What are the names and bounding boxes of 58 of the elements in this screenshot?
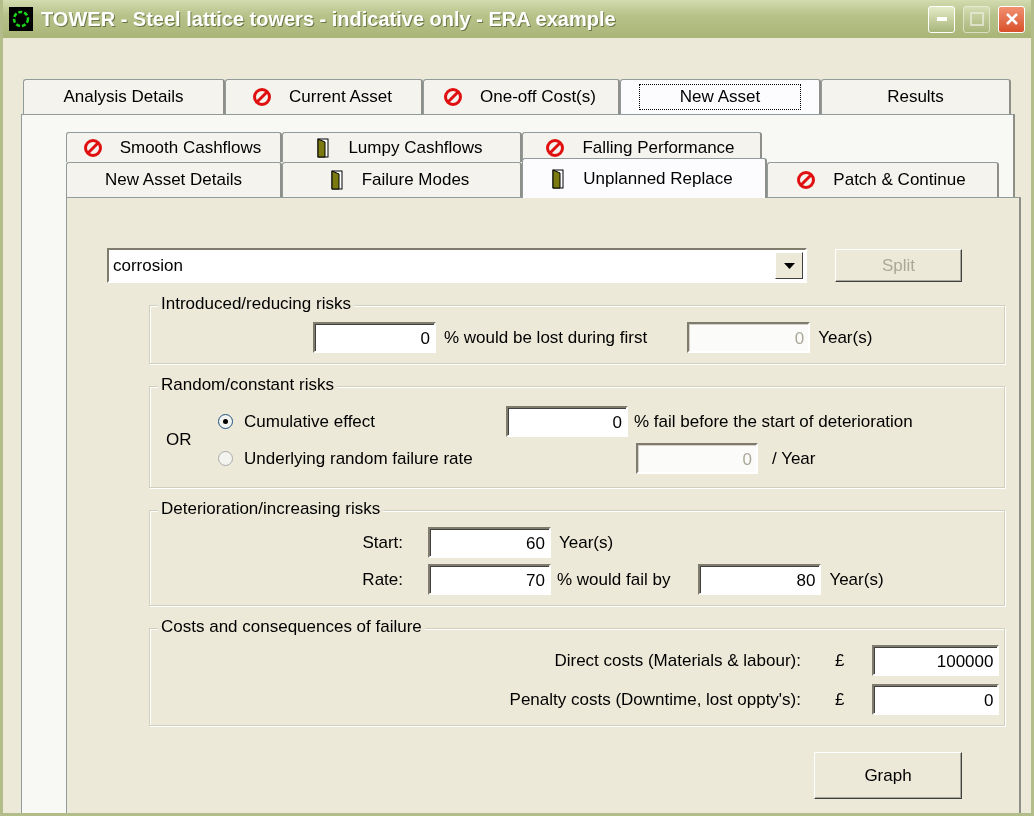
maximize-button[interactable]: [963, 5, 990, 33]
unit-label: Year(s): [818, 327, 873, 348]
field-label: Penalty costs (Downtime, lost oppty's):: [508, 689, 801, 710]
close-icon: [1004, 12, 1019, 26]
group-title: Costs and consequences of failure: [158, 617, 425, 637]
prohibited-icon: [443, 87, 464, 107]
tab[interactable]: Lumpy Cashflows: [282, 132, 522, 162]
unit-label: Year(s): [559, 532, 614, 553]
unit-label: / Year: [772, 448, 816, 469]
tab[interactable]: New Asset: [620, 79, 821, 114]
door-icon: [317, 137, 332, 158]
prohibited-icon: [796, 170, 817, 190]
app-icon: [9, 7, 33, 31]
field-label: Rate:: [361, 569, 403, 590]
tab[interactable]: Failure Modes: [282, 162, 522, 197]
currency-label: £: [835, 689, 845, 710]
window-title: TOWER - Steel lattice towers - indicative only - ERA example: [41, 7, 617, 31]
input-field[interactable]: 0: [506, 406, 628, 437]
graph-button[interactable]: Graph: [814, 752, 962, 799]
input-field[interactable]: 0: [872, 684, 1000, 715]
prohibited-icon: [545, 137, 566, 158]
tab[interactable]: New Asset Details: [66, 162, 282, 197]
field-label: Direct costs (Materials & labour):: [553, 650, 801, 671]
group-title: Introduced/reducing risks: [158, 294, 354, 314]
tab[interactable]: One-off Cost(s): [423, 79, 620, 114]
radio-label[interactable]: Cumulative effect: [244, 411, 376, 432]
caret-icon: [783, 262, 795, 269]
field-label: % would fail by: [557, 569, 671, 590]
door-icon: [330, 170, 345, 190]
unit-label: % fail before the start of deterioration: [634, 411, 913, 432]
radio-label[interactable]: Underlying random failure rate: [244, 448, 473, 469]
radio-button[interactable]: [218, 414, 233, 429]
field-label: Start:: [361, 532, 403, 553]
tab[interactable]: Smooth Cashflows: [66, 132, 282, 162]
tab[interactable]: Current Asset: [225, 79, 423, 114]
door-icon: [552, 168, 567, 189]
input-field[interactable]: 80: [698, 564, 822, 595]
prohibited-icon: [82, 137, 103, 158]
or-label: OR: [165, 430, 193, 450]
minimize-icon: [936, 17, 947, 21]
tab[interactable]: Results: [821, 79, 1011, 114]
minimize-button[interactable]: [928, 5, 955, 33]
prohibited-icon: [252, 87, 272, 107]
tab[interactable]: Analysis Details: [23, 79, 225, 114]
field-label: % would be lost during first: [444, 327, 648, 348]
currency-label: £: [835, 650, 845, 671]
input-field[interactable]: 70: [428, 564, 551, 595]
close-button[interactable]: [998, 5, 1025, 33]
tab[interactable]: Unplanned Replace: [522, 158, 767, 198]
group-title: Deterioration/increasing risks: [158, 499, 384, 519]
radio-button[interactable]: [218, 451, 233, 466]
input-field[interactable]: 0: [313, 322, 436, 353]
input-field[interactable]: 60: [428, 527, 551, 558]
failure-mode-dropdown[interactable]: corrosion: [107, 248, 807, 283]
tab[interactable]: Patch & Continue: [767, 162, 999, 197]
input-field[interactable]: 100000: [872, 645, 1000, 676]
unit-label: Year(s): [829, 569, 884, 590]
maximize-icon: [969, 12, 984, 26]
